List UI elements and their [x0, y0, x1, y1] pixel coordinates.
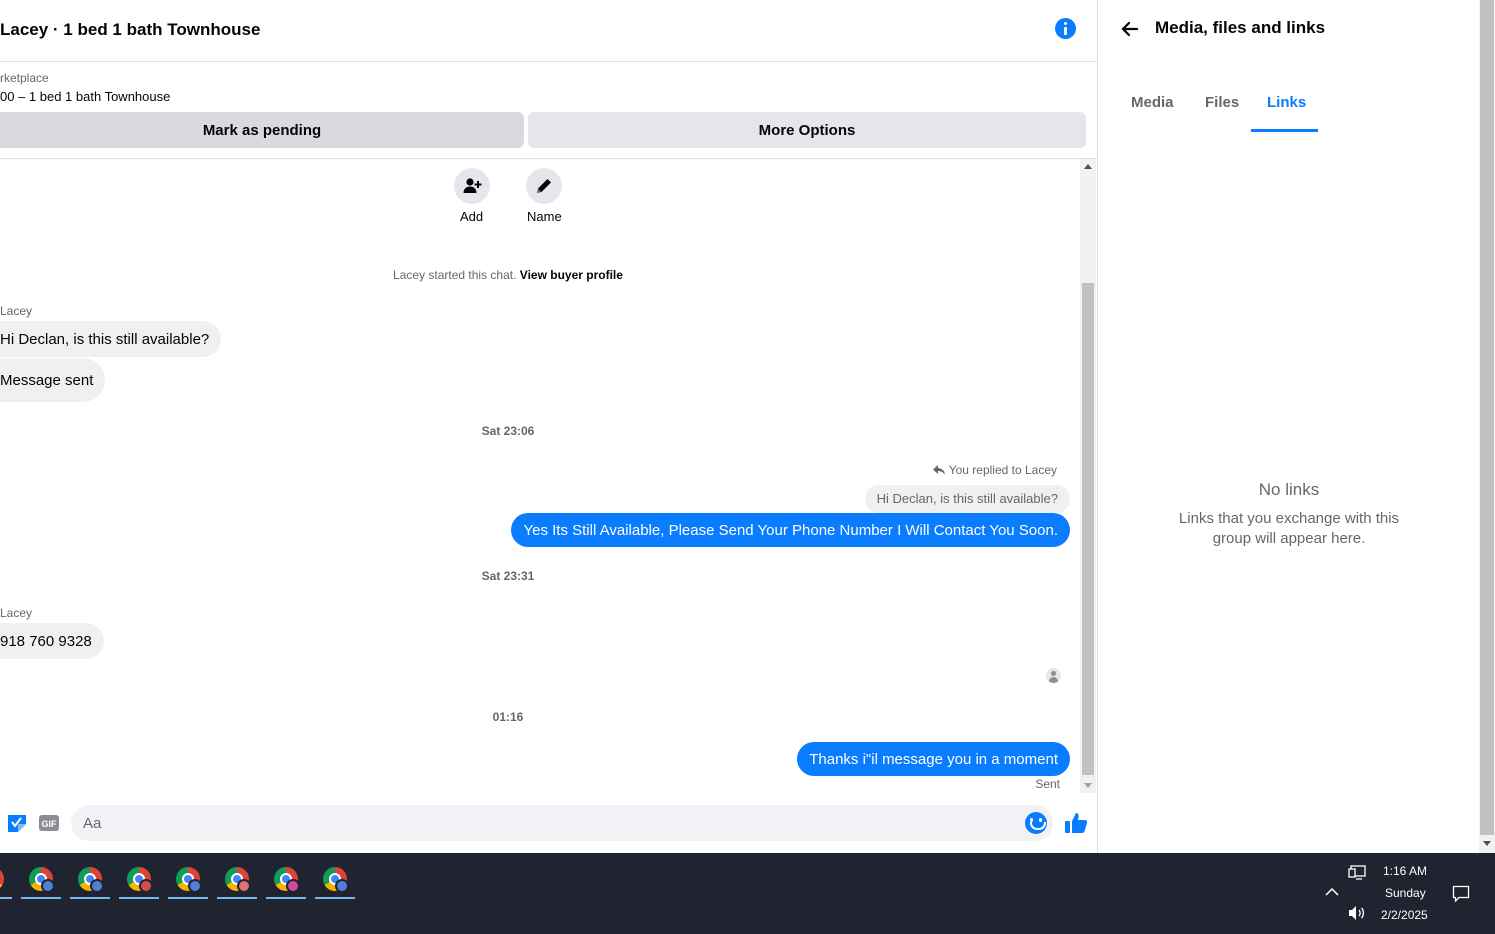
screen: Lacey · 1 bed 1 bath Townhouse rketplace…: [0, 0, 1495, 934]
tab-files[interactable]: Files: [1205, 94, 1239, 111]
message-composer[interactable]: [71, 805, 1053, 841]
view-buyer-profile-link[interactable]: View buyer profile: [520, 268, 623, 282]
taskbar-app-chrome[interactable]: [313, 861, 359, 901]
more-options-button[interactable]: More Options: [528, 112, 1086, 148]
taskbar-app-chrome[interactable]: [68, 861, 114, 901]
message-input[interactable]: [83, 805, 1023, 841]
taskbar: 1:16 AM Sunday 2/2/2025: [0, 853, 1495, 934]
network-icon[interactable]: [1348, 865, 1366, 881]
sticker-icon[interactable]: [6, 813, 28, 833]
gif-icon[interactable]: GIF: [38, 813, 60, 833]
taskbar-app-chrome[interactable]: [264, 861, 310, 901]
reply-icon: [932, 464, 945, 475]
marketplace-label: rketplace: [0, 71, 49, 85]
reply-label: You replied to Lacey: [948, 463, 1057, 477]
profile-badge-icon: [188, 879, 202, 893]
message-bubble-incoming[interactable]: Message sent: [0, 358, 106, 402]
profile-badge-icon: [335, 879, 349, 893]
message-bubble-incoming[interactable]: 918 760 9328: [0, 623, 104, 659]
clock-date[interactable]: 2/2/2025: [1381, 908, 1428, 922]
thumbs-up-icon[interactable]: [1064, 811, 1088, 835]
back-arrow-icon[interactable]: [1119, 18, 1141, 40]
messages-scrollbar[interactable]: [1080, 159, 1096, 793]
emoji-icon[interactable]: [1025, 812, 1047, 834]
panel-title: Media, files and links: [1155, 18, 1326, 37]
reply-indicator: You replied to Lacey: [932, 463, 1057, 477]
app-active-indicator: [266, 897, 306, 899]
empty-state-title: No links: [1258, 480, 1320, 499]
timestamp: 01:16: [492, 710, 524, 724]
sender-name: Lacey: [0, 606, 33, 620]
seen-avatar: [1046, 668, 1061, 683]
divider: [0, 158, 1098, 159]
chat-started-notice: Lacey started this chat. View buyer prof…: [0, 268, 1016, 282]
app-active-indicator: [217, 897, 257, 899]
chat-started-text: Lacey started this chat.: [393, 268, 517, 282]
tab-media[interactable]: Media: [1131, 94, 1174, 111]
message-bubble-outgoing[interactable]: Yes Its Still Available, Please Send You…: [511, 513, 1070, 547]
app-active-indicator: [21, 897, 61, 899]
chat-panel: Lacey · 1 bed 1 bath Townhouse rketplace…: [0, 0, 1098, 853]
chat-header: Lacey · 1 bed 1 bath Townhouse: [0, 0, 1098, 62]
empty-state-text: Links that you exchange with this group …: [1178, 510, 1400, 547]
timestamp: Sat 23:31: [481, 569, 535, 583]
profile-badge-icon: [90, 879, 104, 893]
page-scroll-down-arrow[interactable]: [1483, 841, 1491, 846]
name-button[interactable]: [526, 168, 562, 204]
sender-name: Lacey: [0, 304, 33, 318]
sent-status: Sent: [1035, 777, 1060, 791]
pencil-icon: [537, 179, 551, 193]
message-bubble-incoming[interactable]: Hi Declan, is this still available?: [0, 321, 222, 357]
add-label: Add: [460, 209, 484, 224]
taskbar-app-chrome[interactable]: [19, 861, 65, 901]
taskbar-app-chrome[interactable]: [0, 861, 16, 901]
scroll-thumb[interactable]: [1082, 283, 1094, 775]
svg-text:GIF: GIF: [42, 819, 58, 829]
add-person-button[interactable]: [454, 168, 490, 204]
info-icon[interactable]: [1055, 18, 1076, 39]
active-tab-indicator: [1251, 129, 1318, 132]
scroll-down-arrow[interactable]: [1084, 783, 1092, 788]
tab-links[interactable]: Links: [1267, 94, 1306, 111]
listing-title[interactable]: 00 – 1 bed 1 bath Townhouse: [0, 89, 170, 104]
chat-title[interactable]: Lacey · 1 bed 1 bath Townhouse: [0, 20, 260, 40]
page-scroll-thumb[interactable]: [1480, 0, 1494, 835]
name-label: Name: [527, 209, 562, 224]
app-active-indicator: [315, 897, 355, 899]
app-active-indicator: [119, 897, 159, 899]
chrome-icon: [0, 867, 4, 891]
mark-as-pending-button[interactable]: Mark as pending: [0, 112, 524, 148]
clock-time[interactable]: 1:16 AM: [1383, 864, 1427, 878]
add-person-icon: [463, 178, 482, 193]
volume-icon[interactable]: [1348, 905, 1366, 921]
timestamp: Sat 23:06: [481, 424, 535, 438]
message-bubble-outgoing[interactable]: Thanks i"il message you in a moment: [797, 742, 1070, 776]
page-scrollbar[interactable]: [1479, 0, 1495, 853]
taskbar-app-chrome[interactable]: [166, 861, 212, 901]
profile-badge-icon: [41, 879, 55, 893]
chevron-up-icon[interactable]: [1324, 887, 1340, 897]
taskbar-app-chrome[interactable]: [215, 861, 261, 901]
profile-badge-icon: [139, 879, 153, 893]
profile-badge-icon: [237, 879, 251, 893]
details-panel: Media, files and links Media Files Links…: [1099, 0, 1479, 853]
taskbar-app-chrome[interactable]: [117, 861, 163, 901]
app-active-indicator: [70, 897, 110, 899]
clock-day[interactable]: Sunday: [1385, 886, 1426, 900]
quoted-message[interactable]: Hi Declan, is this still available?: [864, 485, 1070, 513]
app-active-indicator: [168, 897, 208, 899]
app-active-indicator: [0, 897, 12, 899]
notifications-icon[interactable]: [1452, 885, 1470, 903]
scroll-up-arrow[interactable]: [1084, 164, 1092, 169]
profile-badge-icon: [286, 879, 300, 893]
